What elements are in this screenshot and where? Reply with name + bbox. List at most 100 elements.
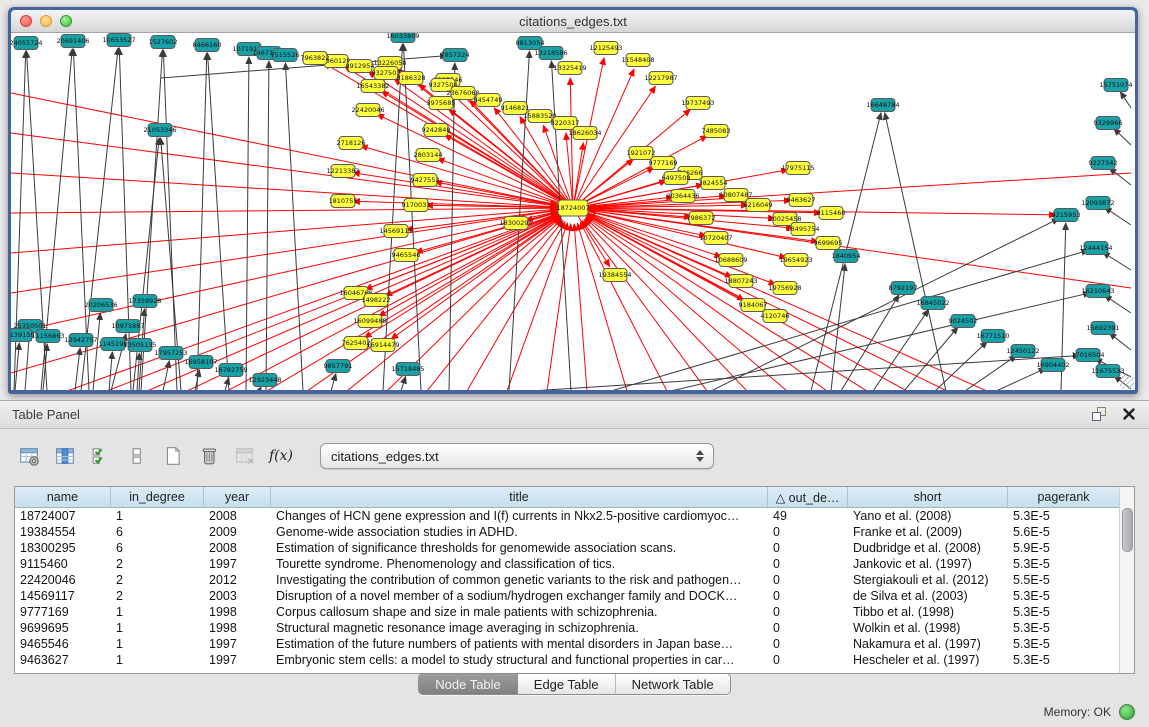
tab-edge-table[interactable]: Edge Table [518,674,616,694]
table-row[interactable]: 969969511998Structural magnetic resonanc… [15,620,1134,636]
citation-edge-black[interactable] [246,57,249,390]
graph-node-label: 1840954 [832,252,861,260]
citation-edge-red[interactable] [11,211,557,333]
table-cell: 9115460 [15,557,111,571]
table-cell: 5.5E-5 [1008,573,1120,587]
citation-edge-red[interactable] [584,220,747,390]
citation-edge-black[interactable] [109,352,112,390]
column-header-short[interactable]: short [848,487,1008,507]
select-columns-button[interactable] [52,443,78,469]
table-cell: 2008 [204,541,271,555]
table-gear-icon [19,446,39,466]
table-cell: 9699695 [15,621,111,635]
scrollbar-thumb[interactable] [1122,508,1133,552]
citation-edge-red[interactable] [379,208,573,316]
table-row[interactable]: 946554611997Estimation of the future num… [15,636,1134,652]
graph-node-label: 19756928 [768,284,801,292]
citation-edge-black[interactable] [197,53,207,390]
column-header-in_degree[interactable]: in_degree [111,487,204,507]
table-row[interactable]: 1456911722003Disruption of a novel membe… [15,588,1134,604]
zoom-window-button[interactable] [60,15,72,27]
citation-edge-black[interactable] [1105,295,1131,313]
table-cell: 1 [111,621,204,635]
network-canvas[interactable]: 1872400788601288912954132260589327503818… [11,33,1135,390]
citation-edge-black[interactable] [885,113,946,390]
citation-edge-black[interactable] [531,356,1080,390]
table-cell: 5.3E-5 [1008,605,1120,619]
citation-edge-red[interactable] [382,91,573,208]
float-panel-icon[interactable] [1091,406,1107,422]
combo-stepper-icon [692,447,708,465]
citation-edge-black[interactable] [163,50,177,390]
minimize-window-button[interactable] [40,15,52,27]
citation-edge-black[interactable] [401,377,406,390]
citation-edge-black[interactable] [25,334,29,390]
citation-edge-black[interactable] [331,374,336,390]
column-header-pagerank[interactable]: pagerank [1008,487,1120,507]
citation-edge-red[interactable] [11,208,557,213]
graph-node-label: 20206536 [84,301,117,309]
citation-edge-black[interactable] [266,61,269,390]
network-select[interactable]: citations_edges.txt [320,443,714,469]
table-row[interactable]: 1872400712008Changes of HCN gene express… [15,508,1134,524]
table-cell: 1 [111,653,204,667]
citation-edge-black[interactable] [1105,207,1131,225]
citation-edge-black[interactable] [904,327,958,390]
table-row[interactable]: 977716911998Corpus callosum shape and si… [15,604,1134,620]
citation-edge-black[interactable] [1109,333,1131,350]
graph-node-label: 9699695 [814,239,843,247]
graph-node-label: 16210643 [1081,287,1114,295]
citation-edge-red[interactable] [11,173,557,207]
deselect-all-button[interactable] [124,443,150,469]
delete-column-button[interactable] [196,443,222,469]
table-row[interactable]: 1830029562008Estimation of significance … [15,540,1134,556]
network-window-titlebar[interactable]: citations_edges.txt [11,10,1135,33]
citation-edge-black[interactable] [1103,252,1131,270]
column-header-year[interactable]: year [204,487,271,507]
citation-edge-red[interactable] [11,213,558,373]
status-bar: Memory: OK [0,697,1149,727]
tab-node-table[interactable]: Node Table [419,674,518,694]
graph-node-label: 20691406 [56,37,89,45]
table-cell: Genome-wide association studies in ADHD. [271,525,768,539]
citation-edge-black[interactable] [996,368,1046,390]
citation-edge-black[interactable] [163,361,169,390]
table-row[interactable]: 946362711997Embryonic stem cells: a mode… [15,652,1134,668]
citation-edge-red[interactable] [589,210,1131,288]
tab-network-table[interactable]: Network Table [616,674,730,694]
citation-edge-black[interactable] [1114,129,1131,145]
citation-edge-black[interactable] [935,342,987,390]
table-row[interactable]: 911546021997Tourette syndrome. Phenomeno… [15,556,1134,572]
column-header-title[interactable]: title [271,487,768,507]
graph-node-label: 12125493 [589,44,622,52]
citation-edge-black[interactable] [259,387,261,390]
citation-edge-black[interactable] [285,63,303,390]
citation-edge-red[interactable] [11,133,557,206]
resize-grip[interactable] [1120,375,1134,389]
memory-status-indicator[interactable] [1119,704,1135,720]
close-window-button[interactable] [20,15,32,27]
citation-edge-black[interactable] [611,250,1088,390]
new-column-button[interactable] [160,443,186,469]
citation-edge-black[interactable] [1120,92,1131,108]
table-panel-header[interactable]: Table Panel [0,400,1149,429]
column-header-name[interactable]: name [15,487,111,507]
function-builder-button[interactable]: f(x) [268,443,294,469]
citation-edge-black[interactable] [1109,168,1131,185]
column-header-out_de[interactable]: △ out_de… [768,487,848,507]
citation-edge-red[interactable] [427,221,563,390]
table-row[interactable]: 1938455462009Genome-wide association stu… [15,524,1134,540]
citation-edge-red[interactable] [227,215,559,390]
table-cell: Disruption of a novel member of a sodium… [271,589,768,603]
citation-edge-red[interactable] [377,114,573,208]
citation-edge-red[interactable] [547,224,571,390]
network-graph[interactable]: 1872400788601288912954132260589327503818… [11,33,1135,390]
select-all-button[interactable] [88,443,114,469]
table-cell: Structural magnetic resonance image aver… [271,621,768,635]
citation-edge-red[interactable] [361,146,573,208]
close-panel-icon[interactable] [1121,406,1137,422]
citation-edge-black[interactable] [93,313,100,390]
vertical-scrollbar[interactable] [1119,487,1134,673]
table-mode-button[interactable] [16,443,42,469]
table-row[interactable]: 2242004622012Investigating the contribut… [15,572,1134,588]
